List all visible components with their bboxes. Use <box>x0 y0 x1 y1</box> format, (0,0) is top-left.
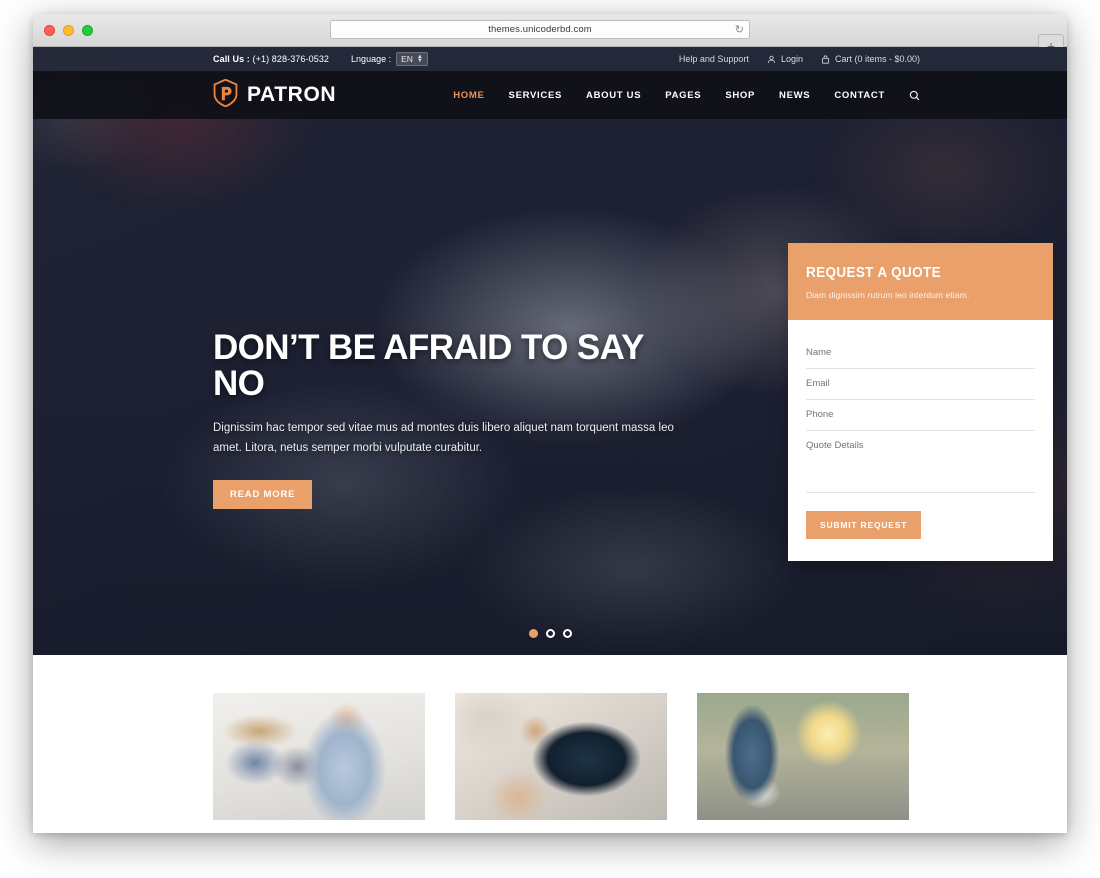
cart-label: Cart (0 items - $0.00) <box>834 54 920 64</box>
feature-card-our-mission[interactable]: OUR MISSION Dignissim conubia libero lit… <box>697 693 909 833</box>
minimize-window-button[interactable] <box>63 24 74 36</box>
phone-number[interactable]: (+1) 828-376-0532 <box>253 54 330 64</box>
browser-titlebar: themes.unicoderbd.com ↻ + <box>33 14 1067 56</box>
hero-title: DON’T BE AFRAID TO SAY NO <box>213 328 644 403</box>
slider-dot-1[interactable] <box>528 629 538 638</box>
help-and-support-link[interactable]: Help and Support <box>679 54 749 64</box>
cart-icon <box>821 54 830 64</box>
brand-logo-group[interactable]: PATRON <box>213 78 337 112</box>
close-window-button[interactable] <box>44 24 55 36</box>
utility-topbar: Call Us : (+1) 828-376-0532 Lnguage : EN… <box>33 47 1067 71</box>
main-navigation-bar: PATRON HOME SERVICES ABOUT US PAGES SHOP… <box>33 71 1067 119</box>
feature-image-our-mission <box>697 693 909 820</box>
nav-item-pages[interactable]: PAGES <box>665 90 701 101</box>
hero-copy: DON’T BE AFRAID TO SAY NO Dignissim hac … <box>213 330 683 509</box>
language-label: Lnguage : <box>351 54 392 64</box>
login-link[interactable]: Login <box>767 54 803 64</box>
request-quote-body: SUBMIT REQUEST <box>788 320 1053 561</box>
browser-window: themes.unicoderbd.com ↻ + Call Us : (+1)… <box>33 14 1067 833</box>
search-icon[interactable] <box>909 90 920 101</box>
nav-item-shop[interactable]: SHOP <box>725 90 755 101</box>
maximize-window-button[interactable] <box>82 24 93 36</box>
call-us-label: Call Us : <box>213 54 250 64</box>
shield-logo-icon <box>213 78 238 112</box>
language-group: Lnguage : EN ▲ ▼ <box>351 52 428 66</box>
feature-image-patron-history <box>455 693 667 820</box>
nav-menu: HOME SERVICES ABOUT US PAGES SHOP NEWS C… <box>453 90 920 101</box>
login-label: Login <box>780 54 803 64</box>
feature-card-patron-history[interactable]: PATRON HISTORY Dignissim conubia libero … <box>455 693 667 833</box>
request-quote-card: REQUEST A QUOTE Diam dignissim rutrum le… <box>788 243 1053 561</box>
brand-name: PATRON <box>247 83 337 106</box>
slider-pagination <box>33 629 1067 638</box>
phone-input[interactable] <box>806 400 1035 431</box>
topbar-right-group: Help and Support Login Cart (0 items - $… <box>679 54 920 64</box>
read-more-button[interactable]: READ MORE <box>213 480 313 509</box>
hero-section: Call Us : (+1) 828-376-0532 Lnguage : EN… <box>33 47 1067 655</box>
window-controls <box>33 24 93 36</box>
help-and-support-label: Help and Support <box>678 54 749 64</box>
name-input[interactable] <box>806 338 1035 369</box>
cart-link[interactable]: Cart (0 items - $0.00) <box>821 54 920 64</box>
slider-dot-3[interactable] <box>562 629 572 638</box>
call-us-info: Call Us : (+1) 828-376-0532 <box>213 54 329 64</box>
nav-item-home[interactable]: HOME <box>453 90 484 101</box>
nav-item-about-us[interactable]: ABOUT US <box>586 90 641 101</box>
request-quote-header: REQUEST A QUOTE Diam dignissim rutrum le… <box>788 243 1053 320</box>
nav-item-contact[interactable]: CONTACT <box>834 90 885 101</box>
request-quote-title: REQUEST A QUOTE <box>806 265 941 281</box>
address-bar[interactable]: themes.unicoderbd.com ↻ <box>330 20 750 39</box>
request-quote-description: Diam dignissim rutrum leo interdum etiam… <box>806 290 970 300</box>
email-input[interactable] <box>806 369 1035 400</box>
language-value: EN <box>401 54 413 64</box>
quote-details-textarea[interactable] <box>806 431 1035 493</box>
submit-request-button[interactable]: SUBMIT REQUEST <box>806 511 922 539</box>
features-section: OUR EXPERIENCE Dignissim conubia libero … <box>33 655 1067 833</box>
chevron-updown-icon: ▲ ▼ <box>416 54 423 64</box>
url-text: themes.unicoderbd.com <box>488 24 592 35</box>
nav-item-news[interactable]: NEWS <box>779 90 810 101</box>
page-viewport: Call Us : (+1) 828-376-0532 Lnguage : EN… <box>33 47 1067 833</box>
user-icon <box>767 55 776 64</box>
feature-image-our-experience <box>213 693 425 820</box>
language-select[interactable]: EN ▲ ▼ <box>396 52 428 66</box>
features-row: OUR EXPERIENCE Dignissim conubia libero … <box>213 693 909 833</box>
nav-item-services[interactable]: SERVICES <box>509 90 562 101</box>
feature-card-our-experience[interactable]: OUR EXPERIENCE Dignissim conubia libero … <box>213 693 425 833</box>
hero-subtitle: Dignissim hac tempor sed vitae mus ad mo… <box>213 422 674 454</box>
slider-dot-2[interactable] <box>545 629 555 638</box>
topbar-left-group: Call Us : (+1) 828-376-0532 Lnguage : EN… <box>213 52 428 66</box>
reload-icon[interactable]: ↻ <box>735 24 744 36</box>
